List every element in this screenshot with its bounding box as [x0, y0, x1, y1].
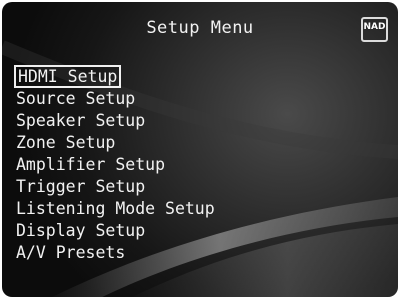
nad-logo: NAD: [361, 17, 388, 42]
menu-item-listening-mode-setup[interactable]: Listening Mode Setup: [13, 198, 218, 220]
menu-item-hdmi-setup[interactable]: HDMI Setup: [13, 65, 122, 88]
osd-screen: Setup Menu NAD HDMI Setup Source Setup S…: [2, 2, 398, 297]
menu-item-av-presets[interactable]: A/V Presets: [13, 242, 218, 264]
menu-item-trigger-setup[interactable]: Trigger Setup: [13, 176, 218, 198]
menu-item-amplifier-setup[interactable]: Amplifier Setup: [13, 154, 218, 176]
menu-item-display-setup[interactable]: Display Setup: [13, 220, 218, 242]
page-title: Setup Menu: [146, 18, 254, 38]
menu-item-source-setup[interactable]: Source Setup: [13, 88, 218, 110]
menu-item-speaker-setup[interactable]: Speaker Setup: [13, 110, 218, 132]
menu-item-zone-setup[interactable]: Zone Setup: [13, 132, 218, 154]
setup-menu-list: HDMI Setup Source Setup Speaker Setup Zo…: [13, 65, 218, 264]
